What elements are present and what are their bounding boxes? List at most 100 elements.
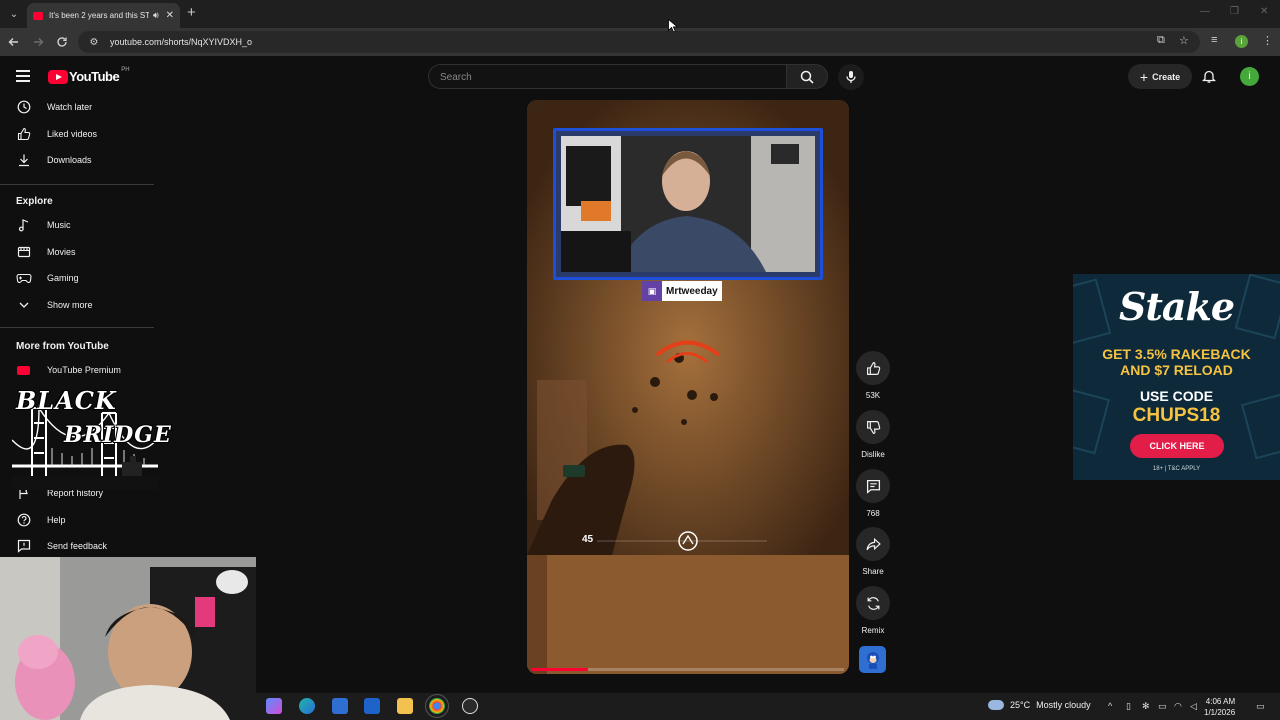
dislike-button[interactable]: Dislike [856,410,890,459]
sidebar-item-label: Liked videos [47,129,98,139]
weather-description: Mostly cloudy [1036,700,1091,710]
remix-icon [867,596,879,610]
share-button[interactable]: Share [856,527,890,576]
sidebar-item-downloads[interactable]: Downloads [0,147,155,173]
youtube-play-icon [48,69,68,84]
restore-window-icon[interactable]: ❐ [1230,6,1239,17]
like-button[interactable]: 53K [856,351,890,400]
forward-button[interactable] [29,33,47,51]
sidebar-item-help[interactable]: Help [0,507,155,533]
weather-widget[interactable]: 25°C Mostly cloudy [988,700,1091,710]
plus-icon: + [1139,68,1149,85]
remix-button[interactable]: Remix [856,586,890,635]
display-tray-icon[interactable]: ▭ [1158,701,1167,712]
minimize-window-icon[interactable]: — [1200,6,1210,17]
youtube-icon [17,365,30,375]
close-window-icon[interactable]: ✕ [1260,6,1268,17]
outlook-icon[interactable] [364,698,380,714]
like-count: 53K [865,391,881,400]
windows-taskbar: 25°C Mostly cloudy ^ ▯ ✻ ▭ ◠ ◁ 4:06 AM 1… [256,693,1280,720]
sidebar-item-label: Help [47,515,66,525]
chrome-taskbar-icon[interactable] [425,694,449,718]
notifications-button[interactable] [1201,69,1217,89]
reload-icon [57,37,67,47]
bookmark-star-icon[interactable]: ☆ [1179,34,1189,47]
comment-icon [866,479,880,494]
shorts-video-player[interactable]: ▣ Mrtweeday 45 [527,100,849,674]
search-placeholder: Search [440,72,472,83]
guide-menu-icon[interactable] [16,70,30,82]
youtube-logo[interactable]: YouTube PH [48,67,130,84]
sidebar-item-label: Watch later [47,102,93,112]
obs-studio-icon[interactable] [462,698,478,714]
comments-button[interactable]: 768 [856,469,890,518]
search-button[interactable] [786,64,828,89]
wifi-tray-icon[interactable]: ◠ [1174,701,1182,712]
sidebar-item-movies[interactable]: Movies [0,239,155,265]
tab-title: It's been 2 years and this ST [49,11,149,20]
system-clock[interactable]: 4:06 AM 1/1/2026 [1204,696,1235,718]
search-icon [800,70,814,84]
account-avatar[interactable]: i [1240,67,1259,86]
mouse-cursor-icon [668,19,677,33]
facecam-image [561,136,815,272]
streamer-name: Mrtweeday [666,285,718,297]
back-button[interactable] [5,33,23,51]
copilot-icon[interactable] [266,698,282,714]
address-bar[interactable]: ⚙︎ youtube.com/shorts/NqXYIVDXH_o [78,31,1200,53]
tray-overflow-icon[interactable]: ^ [1108,701,1112,711]
edge-browser-icon[interactable] [299,698,315,714]
search-input[interactable]: Search [428,64,786,89]
stake-ad-banner[interactable]: Stake GET 3.5% RAKEBACK AND $7 RELOAD US… [1073,274,1280,480]
ad-line-1: GET 3.5% RAKEBACK [1102,346,1251,362]
sidebar-item-label: Movies [47,247,76,257]
install-app-icon[interactable]: ⧉ [1157,34,1165,47]
twitch-icon: ▣ [642,281,662,301]
help-icon [17,513,30,527]
remix-label: Remix [861,626,885,635]
notification-center-icon[interactable]: ▭ [1256,701,1265,712]
sound-thumbnail-button[interactable] [859,646,886,673]
sidebar-item-send-feedback[interactable]: Send feedback [0,533,155,559]
voice-search-button[interactable] [838,64,864,90]
new-tab-button[interactable]: + [187,4,196,21]
sidebar-item-show-more[interactable]: Show more [0,292,155,318]
ad-line-3: USE CODE [1139,388,1214,404]
download-icon [18,154,29,167]
bell-icon [1201,70,1217,83]
browser-tab-active[interactable]: It's been 2 years and this ST 🔊︎ ✕ [27,3,180,28]
film-icon [17,246,30,258]
microsoft-store-icon[interactable] [332,698,348,714]
chevron-down-icon [19,302,28,308]
webcam-person-image [0,557,256,720]
clock-icon [17,100,30,114]
create-button[interactable]: + Create [1128,64,1192,89]
sidebar-item-gaming[interactable]: Gaming [0,265,155,291]
sidebar-item-music[interactable]: Music [0,212,155,238]
browser-profile-avatar[interactable]: i [1235,35,1248,48]
create-label: Create [1152,71,1181,82]
file-explorer-icon[interactable] [397,698,413,714]
ad-click-here-button[interactable]: CLICK HERE [1130,434,1224,458]
site-info-icon[interactable]: ⚙︎ [84,37,104,48]
reload-button[interactable] [53,33,71,51]
browser-menu-icon[interactable]: ⋮ [1262,34,1273,47]
sidebar-item-liked-videos[interactable]: Liked videos [0,121,155,147]
sidebar-item-watch-later[interactable]: Watch later [0,94,155,120]
tab-search-button[interactable]: ⌄ [5,5,23,23]
speaker-icon[interactable]: 🔊︎ [153,10,159,21]
media-controls-icon[interactable]: ≡ [1211,34,1217,46]
browser-toolbar: ⚙︎ youtube.com/shorts/NqXYIVDXH_o ⧉ ☆ ≡ … [0,28,1280,56]
video-progress-bar[interactable] [532,668,844,671]
usb-tray-icon[interactable]: ▯ [1126,701,1131,712]
streamer-webcam-overlay [0,557,256,720]
feedback-icon [17,539,30,553]
bluetooth-tray-icon[interactable]: ✻ [1142,701,1150,712]
sidebar-divider [0,184,154,185]
logo-text-line1: BLACK [16,386,117,415]
dislike-label: Dislike [861,450,885,459]
volume-tray-icon[interactable]: ◁ [1190,701,1197,712]
explore-heading: Explore [16,196,53,207]
close-tab-icon[interactable]: ✕ [166,10,174,21]
youtube-favicon-icon [33,11,43,20]
